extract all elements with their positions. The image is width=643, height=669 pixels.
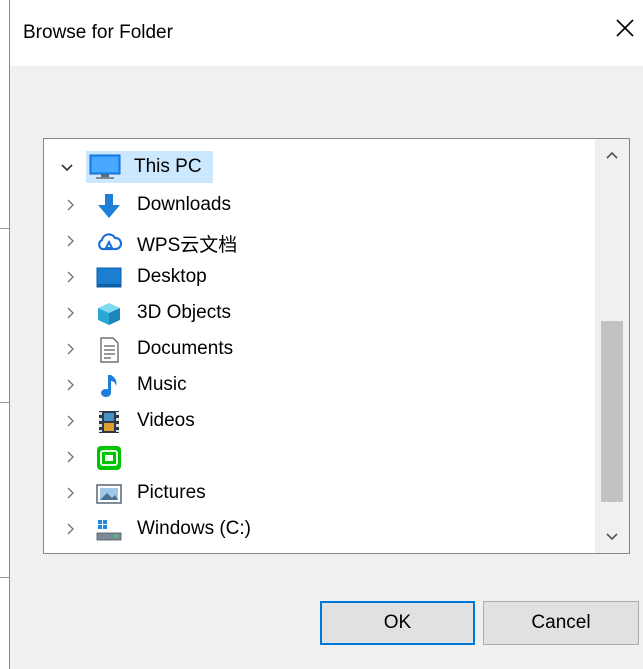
tree-item-videos[interactable]: Videos: [44, 404, 589, 438]
chevron-right-icon[interactable]: [64, 342, 78, 356]
tree-item-3d-objects[interactable]: 3D Objects: [44, 296, 589, 330]
chevron-right-icon[interactable]: [64, 198, 78, 212]
videos-icon: [99, 411, 119, 433]
chevron-right-icon[interactable]: [64, 522, 78, 536]
chevron-right-icon[interactable]: [64, 306, 78, 320]
folder-tree[interactable]: This PC Downloads WPS云文档 Desktop 3D Obje…: [43, 138, 630, 554]
chevron-right-icon[interactable]: [64, 414, 78, 428]
tree-item-windows-c[interactable]: Windows (C:): [44, 512, 589, 546]
tree-item-label: 3D Objects: [137, 302, 231, 323]
dialog-title: Browse for Folder: [23, 22, 173, 43]
scroll-down-button[interactable]: [595, 519, 629, 553]
iqiyi-icon: [97, 446, 121, 470]
tree-item-pictures[interactable]: Pictures: [44, 476, 589, 510]
scroll-up-button[interactable]: [595, 139, 629, 173]
tree-item-label: Documents: [137, 338, 234, 359]
background-window-edge: [0, 0, 9, 669]
vertical-scrollbar[interactable]: [595, 139, 629, 553]
tree-item-label: Videos: [137, 410, 195, 431]
chevron-down-icon[interactable]: [60, 161, 74, 175]
close-button[interactable]: [611, 14, 639, 42]
tree-item-wps-cloud[interactable]: WPS云文档: [44, 224, 589, 258]
scroll-thumb[interactable]: [601, 321, 623, 502]
browse-for-folder-dialog: Browse for Folder This PC Downloads WPS云…: [9, 0, 643, 669]
tree-item-label: Pictures: [137, 482, 206, 503]
wps-cloud-icon: [98, 233, 122, 251]
tree-item-label: Music: [137, 374, 187, 395]
chevron-right-icon[interactable]: [64, 270, 78, 284]
chevron-right-icon[interactable]: [64, 450, 78, 464]
title-bar: Browse for Folder: [10, 0, 643, 66]
tree-item-label: This PC: [134, 156, 202, 177]
tree-item-label: Windows (C:): [137, 518, 252, 539]
cancel-button[interactable]: Cancel: [483, 601, 639, 645]
chevron-right-icon[interactable]: [64, 486, 78, 500]
documents-icon: [100, 337, 119, 363]
music-icon: [101, 375, 117, 397]
pictures-icon: [96, 484, 122, 504]
downloads-icon: [98, 194, 120, 218]
chevron-right-icon[interactable]: [64, 234, 78, 248]
chevron-up-icon: [606, 151, 618, 159]
tree-item-label: Desktop: [137, 266, 207, 287]
tree-item-label: WPS云文档: [137, 235, 238, 256]
tree-item-iqiyi[interactable]: [44, 440, 589, 474]
tree-item-desktop[interactable]: Desktop: [44, 260, 589, 294]
close-icon: [616, 19, 634, 37]
3d-objects-icon: [98, 303, 120, 325]
ok-button[interactable]: OK: [320, 601, 475, 645]
tree-item-this-pc[interactable]: This PC: [44, 151, 589, 185]
tree-item-music[interactable]: Music: [44, 368, 589, 402]
drive-icon: [96, 520, 122, 541]
tree-item-documents[interactable]: Documents: [44, 332, 589, 366]
desktop-icon: [96, 267, 122, 288]
computer-icon: [89, 154, 121, 179]
tree-item-label: Downloads: [137, 194, 231, 215]
tree-item-downloads[interactable]: Downloads: [44, 188, 589, 222]
chevron-down-icon: [606, 533, 618, 541]
chevron-right-icon[interactable]: [64, 378, 78, 392]
